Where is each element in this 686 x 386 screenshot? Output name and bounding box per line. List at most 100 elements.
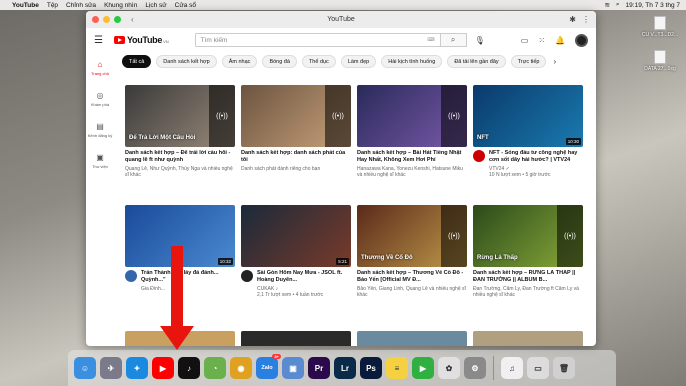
tiktok-icon[interactable]: ♪ — [178, 357, 200, 379]
youtube-header: ☰ YouTube VN Tìm kiếm ⌨ ⌕ 🎙 ▭ ⁙ 🔔 — [86, 28, 596, 52]
video-title[interactable]: Danh sách kết hợp – Bài Hát Tiếng Nhật H… — [357, 150, 467, 164]
chip-live[interactable]: Trực tiếp — [510, 55, 547, 68]
search-spotlight-icon[interactable]: ⌕ — [616, 1, 620, 9]
video-thumbnail[interactable]: NFT 10:30 — [473, 85, 583, 147]
search-input[interactable]: Tìm kiếm ⌨ — [194, 33, 441, 47]
chrome-icon[interactable]: ◉ — [230, 357, 252, 379]
coccoc-icon[interactable]: ◔ — [204, 357, 226, 379]
thumbnail-caption: Rừng Lá Thấp — [477, 255, 518, 261]
trash-icon[interactable]: 🗑 — [553, 357, 575, 379]
chevron-right-icon[interactable]: › — [551, 55, 556, 68]
chip-beauty[interactable]: Làm đẹp — [340, 55, 377, 68]
channel-name[interactable]: Quang Lê, Như Quỳnh, Thủy Nga và nhiều n… — [125, 166, 235, 179]
avatar[interactable] — [575, 33, 588, 47]
minimize-window-button[interactable] — [103, 16, 110, 23]
wifi-icon[interactable]: ≋ — [604, 1, 609, 9]
hamburger-menu-icon[interactable]: ☰ — [94, 35, 112, 46]
video-thumbnail[interactable]: Thương Về Cố Đô ((•)) — [357, 205, 467, 267]
menu-view[interactable]: Khung nhìn — [104, 2, 137, 9]
video-thumbnail[interactable]: 5:21 — [241, 205, 351, 267]
close-window-button[interactable] — [92, 16, 99, 23]
video-title[interactable]: NFT - Sóng đầu tư công nghệ hay cơn sốt … — [489, 150, 583, 164]
video-thumbnail[interactable]: ((•)) — [357, 85, 467, 147]
preview-icon[interactable]: ▣ — [282, 357, 304, 379]
launchpad-icon[interactable]: ✈ — [100, 357, 122, 379]
apps-grid-icon[interactable]: ⁙ — [538, 36, 545, 45]
video-title[interactable]: Danh sách kết hợp – Để trái lời cầu hôi … — [125, 150, 235, 164]
notes-icon[interactable]: ≡ — [386, 357, 408, 379]
chip-recently-uploaded[interactable]: Đã tải lên gần đây — [447, 55, 506, 68]
safari-icon[interactable]: ✦ — [126, 357, 148, 379]
video-card[interactable]: ((•)) Danh sách kết hợp – Bài Hát Tiếng N… — [357, 85, 467, 199]
video-title[interactable]: Danh sách kết hợp: danh sách phát của tô… — [241, 150, 351, 164]
video-title[interactable]: Trấn Thành: "Ai lấy đá đánh... Quỳnh..." — [141, 270, 235, 284]
photos-icon[interactable]: ✿ — [438, 357, 460, 379]
desktop-file[interactable]: CU V...T3...D2... — [642, 16, 678, 38]
more-menu-icon[interactable]: ⋮ — [582, 15, 590, 24]
video-card[interactable]: Rừng Lá Thấp ((•)) Danh sách kết hợp – RỪN… — [473, 205, 583, 319]
chip-sitcom[interactable]: Hài kịch tình huống — [381, 55, 443, 68]
chip-music[interactable]: Âm nhạc — [221, 55, 258, 68]
menu-file[interactable]: Tệp — [47, 2, 58, 9]
youtube-logo[interactable]: YouTube VN — [114, 35, 169, 45]
system-prefs-icon[interactable]: ⚙ — [464, 357, 486, 379]
zalo-icon[interactable]: Zalo 8+ — [256, 354, 281, 379]
finder-icon[interactable]: ☺ — [74, 357, 96, 379]
menu-app-name[interactable]: YouTube — [12, 2, 39, 9]
sidebar-item-home[interactable]: ⌂ Trang chủ — [86, 52, 114, 83]
chip-all[interactable]: Tất cả — [122, 55, 152, 68]
video-card[interactable]: Để Trả Lời Một Câu Hỏi ((•)) Danh sách kết… — [125, 85, 235, 199]
channel-avatar[interactable] — [473, 150, 485, 162]
sidebar-item-library[interactable]: ▣ Thư viện — [86, 145, 114, 176]
premiere-icon[interactable]: Pr — [308, 357, 330, 379]
channel-name[interactable]: Đan Trường, Cẩm Ly, Đan Trường ft Cẩm Ly… — [473, 286, 583, 299]
channel-avatar[interactable] — [125, 270, 137, 282]
video-thumbnail[interactable]: ((•)) — [241, 85, 351, 147]
video-card[interactable]: 5:21 Sài Gòn Hôm Nay Mưa - JSOL ft. Hoàng… — [241, 205, 351, 319]
menu-bar: YouTube Tệp Chỉnh sửa Khung nhìn Lịch sử… — [0, 0, 686, 10]
video-title[interactable]: Danh sách kết hợp – RỪNG LÁ THẤP || ĐAN … — [473, 270, 583, 284]
search-button[interactable]: ⌕ — [440, 33, 467, 47]
sidebar-item-explore[interactable]: ◎ Khám phá — [86, 83, 114, 114]
channel-name[interactable]: Hanazawa Kana, Yonezu Kenshi, Hatsune Mi… — [357, 166, 467, 179]
chip-mix[interactable]: Danh sách kết hợp — [156, 55, 217, 68]
notifications-bell-icon[interactable]: 🔔 — [555, 36, 565, 45]
video-thumbnail[interactable]: Để Trả Lời Một Câu Hỏi ((•)) — [125, 85, 235, 147]
video-card[interactable]: ((•)) Danh sách kết hợp: danh sách phát c… — [241, 85, 351, 199]
dock-glyph: ▶ — [159, 363, 167, 373]
microphone-icon[interactable]: 🎙 — [475, 36, 485, 45]
video-title[interactable]: Sài Gòn Hôm Nay Mưa - JSOL ft. Hoàng Duy… — [257, 270, 351, 284]
video-card[interactable]: NFT 10:30 NFT - Sóng đầu tư công nghệ hay … — [473, 85, 583, 199]
video-thumbnail[interactable] — [357, 331, 467, 346]
red-arrow-shaft — [171, 246, 183, 328]
keyboard-icon[interactable]: ⌨ — [427, 37, 434, 43]
notification-badge: 8+ — [272, 354, 281, 359]
desktop-file[interactable]: DATA 27...0xg — [644, 50, 676, 72]
channel-name[interactable]: Danh sách phát dành riêng cho bạn — [241, 166, 351, 173]
screenshot-file-icon[interactable]: ▭ — [527, 357, 549, 379]
zoom-window-button[interactable] — [114, 16, 121, 23]
menubar-clock[interactable]: 19:19, Th 7 3 thg 7 — [626, 2, 680, 9]
facetime-icon[interactable]: ▶ — [412, 357, 434, 379]
youtube-app-icon[interactable]: ▶ — [152, 357, 174, 379]
music-file-icon[interactable]: ♫ — [501, 357, 523, 379]
channel-name[interactable]: Bảo Yến, Giang Linh, Quang Lê và nhiều n… — [357, 286, 467, 299]
video-thumbnail[interactable] — [241, 331, 351, 346]
sidebar-item-subscriptions[interactable]: ▤ Kênh đăng ký — [86, 114, 114, 145]
lightroom-icon[interactable]: Lr — [334, 357, 356, 379]
chip-football[interactable]: Bóng đá — [262, 55, 297, 68]
channel-name[interactable]: Gia Đình... — [141, 286, 235, 293]
back-arrow-icon[interactable]: ‹ — [131, 15, 134, 24]
chip-fitness[interactable]: Thể dục — [301, 55, 336, 68]
create-video-icon[interactable]: ▭ — [521, 36, 529, 45]
menu-window[interactable]: Cửa sổ — [175, 2, 196, 9]
extensions-icon[interactable]: ✱ — [569, 15, 576, 24]
channel-avatar[interactable] — [241, 270, 253, 282]
video-card[interactable]: Thương Về Cố Đô ((•)) Danh sách kết hợp – … — [357, 205, 467, 319]
video-thumbnail[interactable] — [473, 331, 583, 346]
menu-history[interactable]: Lịch sử — [145, 2, 166, 9]
video-title[interactable]: Danh sách kết hợp – Thương Về Cố Đô - Bả… — [357, 270, 467, 284]
photoshop-icon[interactable]: Ps — [360, 357, 382, 379]
video-thumbnail[interactable]: Rừng Lá Thấp ((•)) — [473, 205, 583, 267]
menu-edit[interactable]: Chỉnh sửa — [66, 2, 96, 9]
